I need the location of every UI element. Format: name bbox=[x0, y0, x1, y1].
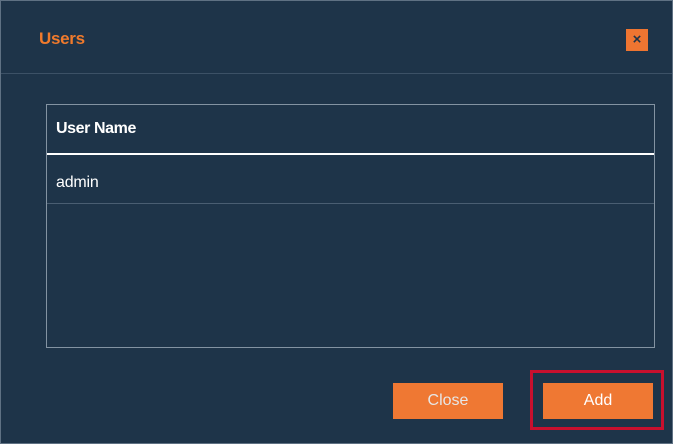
table-row[interactable]: admin bbox=[47, 155, 654, 204]
table-header: User Name bbox=[47, 105, 654, 155]
close-icon[interactable]: × bbox=[626, 29, 648, 51]
dialog-title: Users bbox=[39, 29, 85, 48]
users-table: User Name admin bbox=[46, 104, 655, 348]
table-cell-user-name: admin bbox=[56, 174, 99, 191]
column-header-user-name[interactable]: User Name bbox=[56, 120, 136, 138]
dialog-header: Users × bbox=[1, 1, 672, 74]
close-button[interactable]: Close bbox=[393, 383, 503, 419]
add-button[interactable]: Add bbox=[543, 383, 653, 419]
users-dialog: Users × User Name admin Close Add bbox=[0, 0, 673, 444]
